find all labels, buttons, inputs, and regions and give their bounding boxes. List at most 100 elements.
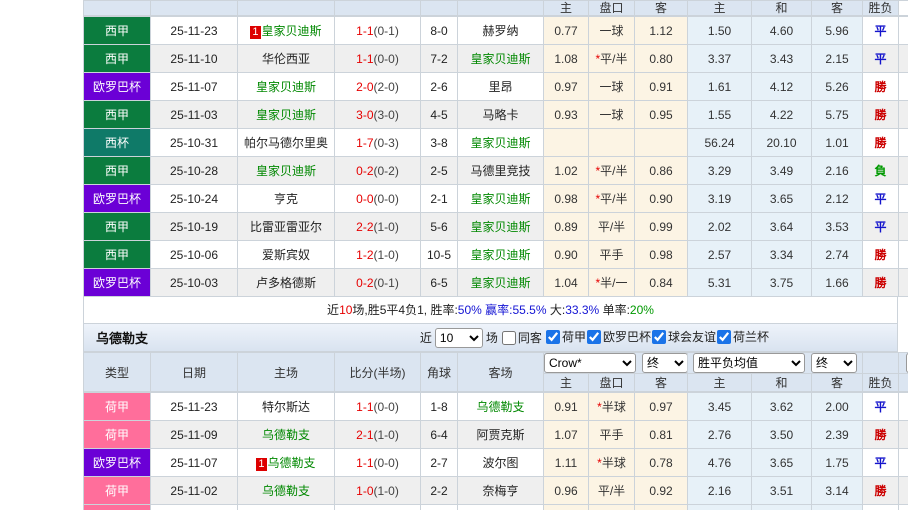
home-team-link[interactable]: 皇家贝迪斯 [237,156,335,185]
euro-average-select[interactable]: 胜平负均值 [693,353,806,373]
asia-odds-controls: Crow* 终 [542,352,689,374]
euro-final-select[interactable]: 终 [811,353,858,373]
away-team-link[interactable]: 马略卡 [457,100,544,129]
away-team-link[interactable]: 皇家贝迪斯 [457,212,544,241]
home-team-link[interactable]: 华伦西亚 [237,44,335,73]
league-badge: 西甲 [83,44,151,73]
euro-lose-odds: 2.00 [811,392,863,421]
home-team-link[interactable]: 皇家贝迪斯 [237,72,335,101]
col-date: 日期 [150,352,238,392]
asia-handicap: *平/半 [588,156,635,185]
halftime-score: (0-1) [373,275,399,290]
score: 2-0(2-0) [334,72,421,101]
home-team-name: 亨克 [273,192,298,206]
league-filter[interactable]: 荷甲 [545,328,586,345]
league-filter-checkbox[interactable] [586,329,601,344]
euro-lose-odds: 3.53 [811,212,863,241]
asia-final-select[interactable]: 终 [642,353,687,373]
away-team-name: 阿贾克斯 [476,428,525,442]
away-team-link[interactable]: 里昂 [457,72,544,101]
match-date: 25-11-02 [150,476,238,505]
home-team-name: 皇家贝迪斯 [255,80,316,94]
near-label: 近 [419,331,432,345]
euro-win-odds: 2.02 [687,212,752,241]
bottom-table-header: 类型 日期 主场 比分(半场) 角球 客场 Crow* 终 胜平负均值终 全 主 … [83,352,908,392]
home-team-link[interactable]: 1 皇家贝迪斯 [237,16,335,45]
col-away-empty [457,0,544,16]
same-away-filter[interactable]: 同客 [501,329,542,346]
euro-draw-odds: 20.10 [751,128,812,157]
away-team-link[interactable] [457,504,544,510]
asia-away-odds: 0.95 [634,100,688,129]
euro-win-odds: 3.37 [687,44,752,73]
away-team-link[interactable]: 乌德勒支 [457,392,544,421]
away-team-link[interactable]: 马德里竞技 [457,156,544,185]
match-date: 25-11-09 [150,420,238,449]
away-team-link[interactable]: 阿贾克斯 [457,420,544,449]
away-team-link[interactable]: 赫罗纳 [457,16,544,45]
match-date: 25-11-10 [150,44,238,73]
col-home: 主场 [237,352,335,392]
asia-handicap: *半球 [588,448,635,477]
away-team-link[interactable]: 皇家贝迪斯 [457,184,544,213]
away-team-link[interactable]: 奈梅亨 [457,476,544,505]
handicap-star: * [595,276,601,290]
euro-draw-odds: 3.65 [751,184,812,213]
home-team-name: 皇家贝迪斯 [255,108,316,122]
league-filter[interactable]: 球会友谊 [651,328,716,345]
euro-draw-odds: 3.49 [751,156,812,185]
match-date: 25-10-19 [150,212,238,241]
handicap-star: * [595,192,601,206]
home-team-link[interactable]: 1 乌德勒支 [237,448,335,477]
home-team-link[interactable]: 特尔斯达 [237,392,335,421]
away-team-link[interactable]: 皇家贝迪斯 [457,44,544,73]
cut-cell [898,184,908,213]
same-away-checkbox[interactable] [501,330,516,345]
asia-away-odds: 0.90 [634,184,688,213]
result-flag [862,504,899,510]
home-team-name: 皇家贝迪斯 [255,164,316,178]
away-team-name: 马德里竞技 [470,164,531,178]
league-filter-checkbox[interactable] [651,329,666,344]
league-filter[interactable]: 荷兰杯 [716,328,769,345]
home-team-link[interactable]: 皇家贝迪斯 [237,100,335,129]
league-filter-checkbox[interactable] [716,329,731,344]
away-team-link[interactable]: 皇家贝迪斯 [457,268,544,297]
home-team-link[interactable]: 亨克 [237,184,335,213]
result-flag: 平 [862,16,899,45]
halftime-score: (1-0) [373,247,399,262]
home-team-link[interactable]: 比雷亚雷亚尔 [237,212,335,241]
euro-lose-odds: 2.12 [811,184,863,213]
result-flag: 平 [862,184,899,213]
score: 2-2(1-0) [334,212,421,241]
asia-home-odds [543,504,589,510]
col-asia-away: 客 [633,373,689,392]
games-count-select[interactable]: 10 [434,327,483,348]
asia-handicap: 一球 [588,100,635,129]
home-team-link[interactable]: 帕尔马德尔里奥 [237,128,335,157]
home-team-name: 帕尔马德尔里奥 [243,136,328,150]
result-flag: 平 [862,212,899,241]
result-flag: 勝 [862,476,899,505]
euro-lose-odds: 1.01 [811,128,863,157]
away-team-link[interactable]: 皇家贝迪斯 [457,128,544,157]
odds-company-select[interactable]: Crow* [544,353,636,373]
home-team-link[interactable]: 乌德勒支 [237,476,335,505]
away-team-link[interactable]: 波尔图 [457,448,544,477]
home-team-link[interactable]: 乌德勒支 [237,420,335,449]
cut-column-header: 让 [898,373,908,392]
league-filter-checkbox[interactable] [545,329,560,344]
home-team-link[interactable]: 爱斯宾奴 [237,240,335,269]
euro-win-odds: 2.16 [687,476,752,505]
score: 1-7(0-3) [334,128,421,157]
col-euro-lose: 客 [811,373,864,392]
fulltime-score: 1-0 [356,483,374,498]
away-team-link[interactable]: 皇家贝迪斯 [457,240,544,269]
summary-segment: 50% [457,303,482,317]
away-team-name: 皇家贝迪斯 [470,276,531,290]
col-handicap: 盘口 [588,373,635,392]
home-team-link[interactable] [237,504,335,510]
cut-select-cell: 全 [898,352,908,374]
league-filter[interactable]: 欧罗巴杯 [586,328,651,345]
home-team-link[interactable]: 卢多格德斯 [237,268,335,297]
